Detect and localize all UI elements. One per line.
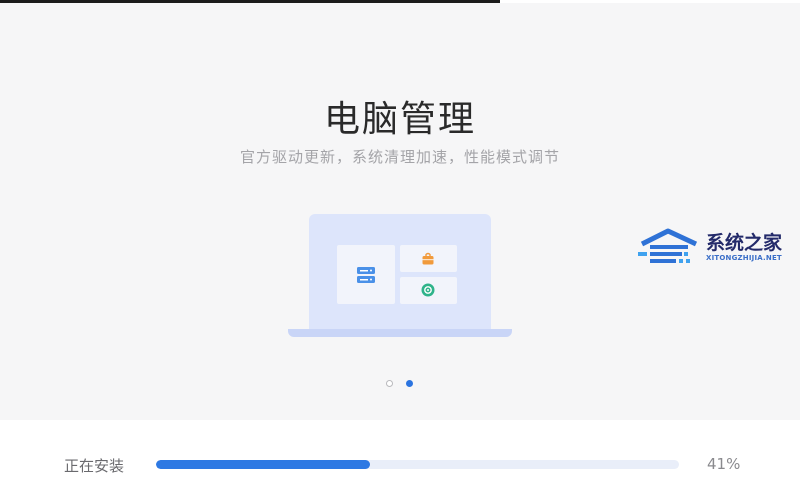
server-icon (357, 267, 375, 283)
page-title: 电脑管理 (323, 99, 476, 140)
bag-icon (422, 252, 434, 265)
carousel-dot-1[interactable] (386, 380, 393, 387)
install-progress-bar (156, 460, 679, 469)
install-status-label: 正在安装 (64, 457, 125, 475)
install-progress-fill (156, 460, 371, 469)
carousel-dot-2-active[interactable] (406, 380, 413, 387)
refresh-icon (421, 283, 435, 297)
watermark-title: 系统之家 (706, 232, 783, 254)
laptop-base (288, 329, 512, 337)
house-logo-icon (638, 228, 698, 263)
page-subtitle: 官方驱动更新，系统清理加速，性能模式调节 (239, 148, 560, 166)
install-percent: 41% (707, 455, 741, 473)
watermark-logo: 系统之家 XITONGZHIJIA.NET (638, 226, 790, 272)
watermark-url: XITONGZHIJIA.NET (706, 254, 782, 262)
feature-carousel-slide (0, 3, 800, 420)
